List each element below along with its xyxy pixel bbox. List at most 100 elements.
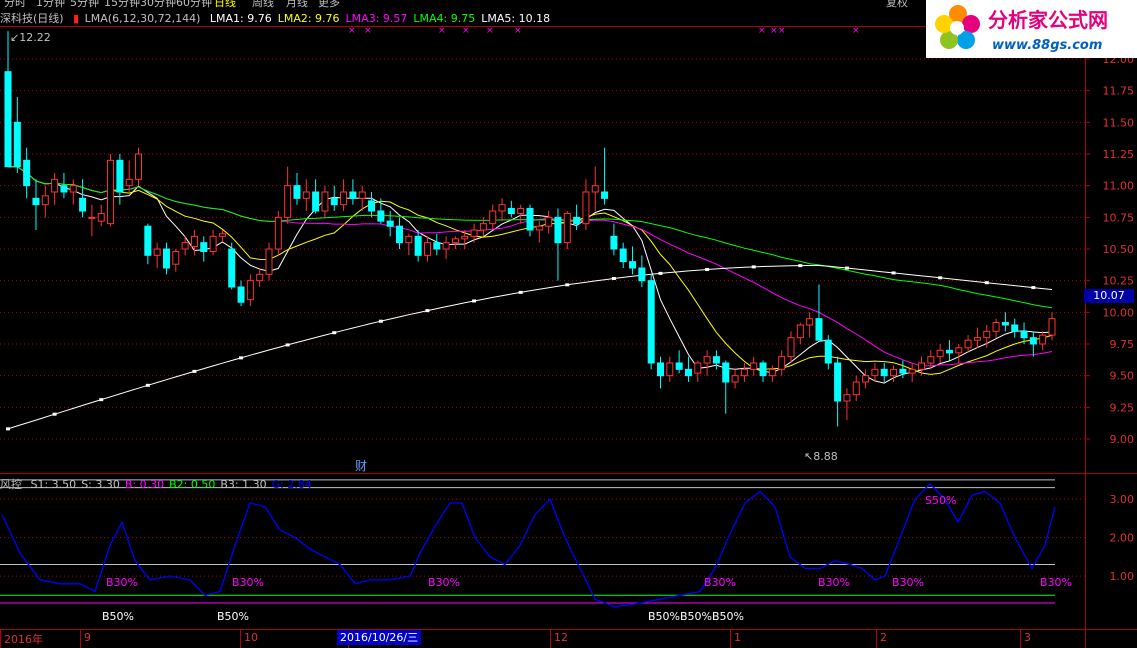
price-axis-label: 10.00 (1103, 306, 1135, 319)
candle-body (60, 185, 68, 193)
candle-body (479, 223, 487, 231)
svg-text:www.88gs.com: www.88gs.com (992, 38, 1102, 53)
risk-name: 风控 (0, 478, 22, 491)
candle-body (936, 349, 944, 358)
candle-body (908, 368, 916, 374)
date-axis-label: 12 (554, 631, 568, 644)
candle-body (116, 159, 124, 193)
period-tab[interactable]: 5分钟 (70, 0, 99, 8)
candle-body (23, 159, 31, 187)
period-tab[interactable]: 周线 (252, 0, 274, 8)
lma5-marker (192, 369, 197, 373)
period-tab[interactable]: 月线 (286, 0, 308, 8)
lma-name: LMA(6,12,30,72,144) (84, 12, 201, 25)
candle-body (647, 280, 655, 364)
candle-body (507, 207, 515, 215)
risk-value-1: S1: 3.50 (30, 478, 77, 491)
candle-body (973, 337, 981, 341)
candlestick-chart[interactable]: 1 2.00 11.75 11.50 11.25 11.00 10.75 10.50 10.25… (0, 0, 1137, 648)
candle-body (172, 251, 180, 265)
event-marker: × (758, 26, 766, 36)
period-tab[interactable]: 1分钟 (36, 0, 65, 8)
event-marker: × (778, 26, 786, 36)
candle-body (125, 178, 133, 187)
candle-body (135, 153, 142, 180)
candle-body (684, 368, 692, 377)
candle-body (13, 121, 21, 168)
candle-body (32, 197, 40, 206)
candle-body (274, 216, 282, 250)
lma5-marker (145, 383, 150, 387)
lma-value-2: LMA2: 9.76 (277, 12, 340, 25)
price-axis-label: 11.25 (1103, 148, 1135, 161)
candle-body (657, 362, 664, 377)
event-marker: × (348, 26, 356, 36)
candle-body (899, 368, 907, 374)
candle-body (796, 324, 804, 339)
candle-body (330, 197, 338, 206)
risk-signal-label: B30% (704, 576, 736, 589)
candle-body (591, 185, 599, 193)
candle-body (256, 273, 264, 282)
candle-body (107, 159, 115, 225)
stock-title: 深科技(日线) (0, 12, 64, 25)
candle-body (535, 225, 543, 231)
candle-body (703, 356, 711, 364)
risk-signal-label: B30% (232, 576, 264, 589)
lma-line-5 (7, 265, 1053, 430)
candle-body (834, 362, 842, 402)
risk-value-2: S: 3.30 (81, 478, 120, 491)
lma5-marker (938, 276, 943, 280)
period-tab[interactable]: 60分钟 (176, 0, 212, 8)
date-axis-label: 1 (734, 631, 741, 644)
date-axis-label: 2 (880, 631, 887, 644)
event-marker: × (438, 26, 446, 36)
candle-body (778, 356, 786, 370)
risk-signal-label: B30% (1040, 576, 1072, 589)
lock-icon[interactable]: ▮ (73, 12, 79, 25)
candle-body (377, 210, 385, 222)
candle-body (470, 229, 478, 237)
candle-body (246, 280, 254, 301)
lma5-marker (425, 309, 430, 313)
candle-body (209, 235, 217, 253)
period-tab[interactable]: 日线 (214, 0, 236, 8)
candle-body (852, 381, 860, 396)
candle-body (983, 330, 991, 339)
candle-body (442, 242, 450, 250)
risk-axis-label: 1.00 (1110, 570, 1135, 583)
candle-body (694, 362, 702, 374)
date-cursor-label: 2016/10/26/三 (337, 630, 422, 645)
svg-text:分析家公式网: 分析家公式网 (988, 8, 1108, 32)
risk-axis-label: 3.00 (1110, 493, 1135, 506)
toolbar-tab[interactable]: 复权 (886, 0, 908, 8)
price-axis-label: 10.50 (1103, 243, 1135, 256)
period-tab[interactable]: 分时 (4, 0, 26, 8)
candle-body (545, 216, 553, 227)
period-tab[interactable]: 更多 (318, 0, 340, 8)
lma5-marker (891, 271, 896, 275)
risk-value-6: G: 2.84 (271, 478, 312, 491)
period-tab[interactable]: 15分钟 (104, 0, 140, 8)
candle-body (321, 191, 329, 212)
date-axis: 2016年 9 10 12 1 2 3 (0, 630, 1085, 648)
candle-body (293, 185, 301, 199)
risk-indicator-legend: 风控 S1: 3.50 S: 3.30 B: 0.30 B2: 0.50 B3: 1.3… (0, 476, 322, 492)
candle-body (190, 235, 198, 247)
lma5-marker (285, 343, 290, 347)
candle-body (405, 235, 413, 244)
lma-value-4: LMA4: 9.75 (413, 12, 476, 25)
candle-body (1020, 330, 1028, 339)
risk-value-5: B3: 1.30 (220, 478, 267, 491)
candle-body (489, 210, 497, 225)
lma5-marker (658, 271, 663, 275)
current-price-tag: 10.07 (1084, 289, 1134, 303)
lma5-marker (798, 264, 803, 268)
candle-body (880, 368, 888, 377)
candle-body (610, 235, 618, 250)
candle-body (918, 362, 925, 370)
period-tab[interactable]: 30分钟 (140, 0, 176, 8)
candle-body (451, 238, 459, 244)
price-axis-label: 9.00 (1110, 433, 1135, 446)
candle-body (358, 191, 366, 199)
